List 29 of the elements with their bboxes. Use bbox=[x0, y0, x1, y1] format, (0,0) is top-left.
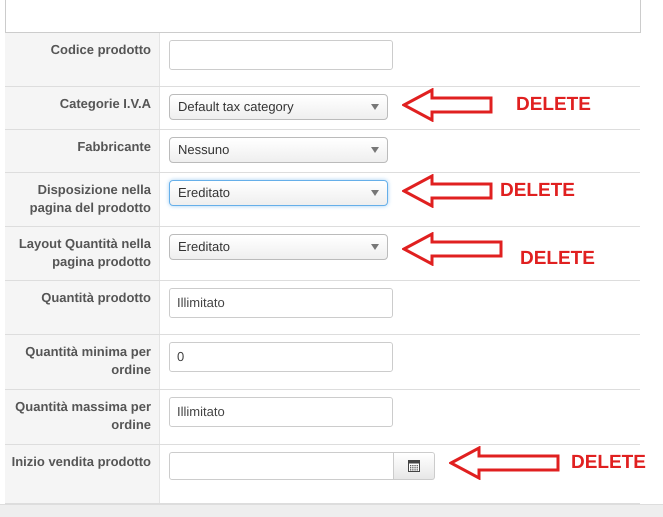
text-field[interactable] bbox=[169, 40, 393, 70]
annotation-text: DELETE bbox=[516, 94, 591, 116]
field-label: Layout Quantità nella pagina prodotto bbox=[18, 234, 151, 271]
text-field[interactable]: Illimitato bbox=[169, 288, 393, 318]
dropdown[interactable]: Ereditato bbox=[169, 180, 388, 206]
text-area[interactable] bbox=[5, 0, 641, 33]
date-field[interactable] bbox=[169, 452, 394, 480]
annotation-text: DELETE bbox=[500, 180, 575, 202]
field-label: Quantità minima per ordine bbox=[24, 342, 151, 379]
annotation-text: DELETE bbox=[571, 452, 646, 474]
caret-icon bbox=[371, 104, 379, 110]
dropdown[interactable]: Default tax category bbox=[169, 94, 388, 120]
text-field[interactable]: Illimitato bbox=[169, 396, 393, 427]
field-label: Disposizione nella pagina del prodotto bbox=[28, 180, 151, 217]
field-label: Inizio vendita prodotto bbox=[11, 452, 151, 471]
caret-icon bbox=[371, 190, 379, 196]
annotation-text: DELETE bbox=[520, 248, 595, 270]
caret-icon bbox=[371, 146, 379, 153]
field-label: Quantità prodotto bbox=[40, 288, 151, 307]
field-label: Fabbricante bbox=[76, 138, 151, 156]
field-label: Codice prodotto bbox=[50, 40, 151, 59]
text-field[interactable]: 0 bbox=[169, 342, 393, 372]
calendar-button[interactable] bbox=[394, 452, 435, 480]
field-label: Quantità massima per ordine bbox=[14, 398, 151, 434]
dropdown[interactable]: Ereditato bbox=[169, 234, 388, 260]
caret-icon bbox=[371, 244, 379, 250]
dropdown[interactable]: Nessuno bbox=[169, 136, 388, 163]
calendar-icon bbox=[408, 460, 420, 472]
field-label: Categorie I.V.A bbox=[58, 94, 151, 113]
